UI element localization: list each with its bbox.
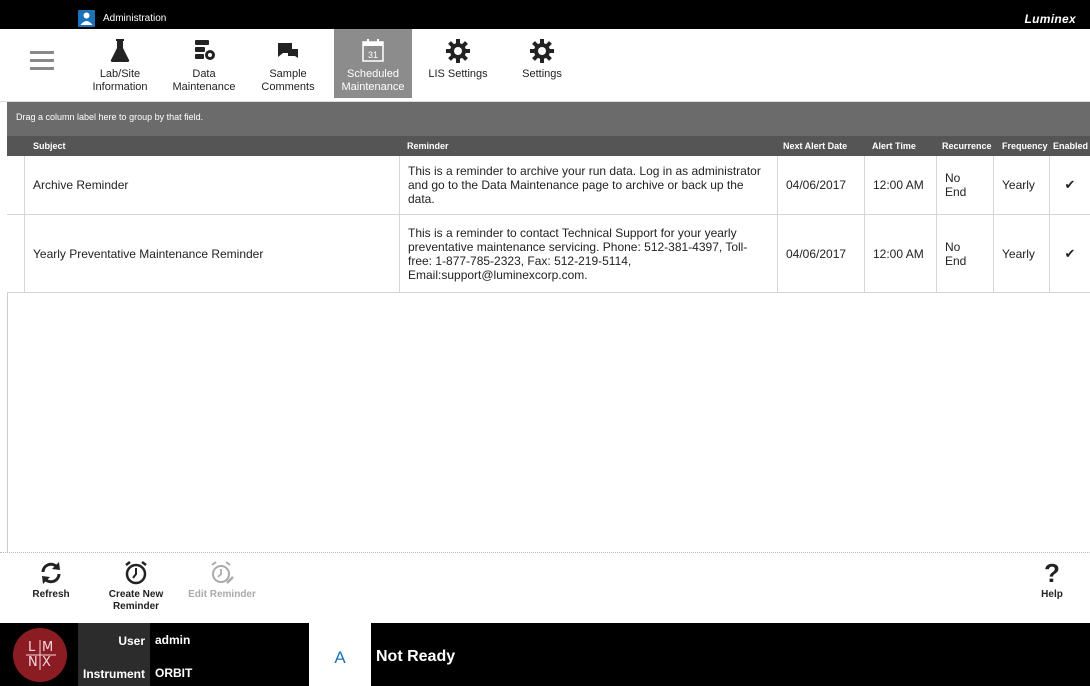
admin-user-icon [78, 10, 95, 27]
column-header-alert-time[interactable]: Alert Time [872, 141, 916, 151]
comments-icon [274, 37, 302, 65]
tab-label: Scheduled Maintenance [341, 68, 405, 93]
cell-alert-time: 12:00 AM [865, 156, 937, 214]
calendar-icon: 31 [359, 37, 387, 65]
row-selector[interactable] [7, 156, 25, 214]
column-header-next-alert-date[interactable]: Next Alert Date [783, 141, 847, 151]
gear-icon [444, 37, 472, 65]
cell-recurrence: No End [937, 156, 994, 214]
cell-frequency: Yearly [994, 215, 1050, 292]
tab-label: LIS Settings [428, 68, 488, 80]
cell-enabled[interactable]: ✔ [1050, 156, 1090, 214]
instrument-value: ORBIT [155, 666, 193, 680]
data-maintenance-icon [190, 37, 218, 65]
cell-alert-time: 12:00 AM [865, 215, 937, 292]
help-question-icon: ? [1044, 558, 1060, 588]
create-new-reminder-label: Create New Reminder [108, 589, 164, 612]
cell-next-alert-date: 04/06/2017 [778, 156, 865, 214]
refresh-label: Refresh [32, 589, 70, 600]
edit-reminder-label: Edit Reminder [188, 589, 256, 600]
cell-enabled[interactable]: ✔ [1050, 215, 1090, 292]
state-letter: A [334, 648, 346, 667]
refresh-button[interactable]: Refresh [22, 553, 80, 624]
column-header-reminder[interactable]: Reminder [407, 141, 449, 151]
table-row[interactable]: Archive Reminder This is a reminder to a… [7, 156, 1090, 215]
column-header-enabled[interactable]: Enabled [1053, 141, 1088, 151]
row-selector[interactable] [7, 215, 25, 292]
svg-text:31: 31 [368, 50, 378, 60]
user-label: User [118, 634, 145, 648]
create-new-reminder-button[interactable]: Create New Reminder [98, 553, 174, 624]
help-label: Help [1041, 589, 1063, 600]
group-by-hint: Drag a column label here to group by tha… [16, 112, 204, 122]
cell-frequency: Yearly [994, 156, 1050, 214]
tab-settings[interactable]: Settings [504, 29, 580, 98]
column-header-subject[interactable]: Subject [33, 141, 66, 151]
edit-reminder-button[interactable]: Edit Reminder [182, 553, 262, 624]
gear-icon [528, 37, 556, 65]
tab-data-maintenance[interactable]: Data Maintenance [166, 29, 242, 98]
grid-header: Subject Reminder Next Alert Date Alert T… [7, 136, 1090, 156]
checkmark-icon: ✔ [1064, 177, 1076, 192]
tab-label: Lab/Site Information [92, 68, 148, 93]
tab-label: Data Maintenance [172, 68, 236, 93]
column-header-recurrence[interactable]: Recurrence [942, 141, 992, 151]
column-header-frequency[interactable]: Frequency [1002, 141, 1048, 151]
user-value: admin [155, 633, 191, 647]
table-row[interactable]: Yearly Preventative Maintenance Reminder… [7, 215, 1090, 293]
bottom-toolbar: Refresh Create New Reminder Edit Reminde… [0, 552, 1090, 623]
cell-next-alert-date: 04/06/2017 [778, 215, 865, 292]
tab-label: Sample Comments [261, 68, 315, 93]
edit-alarm-clock-icon [209, 559, 235, 587]
instrument-label: Instrument [82, 667, 145, 681]
title-bar: Administration Luminex [0, 0, 1090, 29]
cell-reminder: This is a reminder to contact Technical … [400, 215, 778, 292]
ribbon: Lab/Site Information Data Maintenance Sa… [0, 29, 1090, 102]
tab-sample-comments[interactable]: Sample Comments [250, 29, 326, 98]
tab-lab-site-information[interactable]: Lab/Site Information [82, 29, 158, 98]
alarm-clock-icon [123, 559, 149, 587]
cell-subject: Archive Reminder [25, 156, 400, 214]
instrument-state-indicator: A [309, 623, 371, 686]
checkmark-icon: ✔ [1064, 245, 1076, 261]
lmnx-logo: L M N X [13, 628, 67, 682]
refresh-icon [38, 559, 64, 587]
cell-recurrence: No End [937, 215, 994, 292]
app-title: Administration [103, 13, 167, 24]
tab-lis-settings[interactable]: LIS Settings [420, 29, 496, 98]
user-instrument-panel: User Instrument [78, 623, 150, 686]
status-bar: L M N X User Instrument admin ORBIT A No… [0, 623, 1090, 686]
cell-subject: Yearly Preventative Maintenance Reminder [25, 215, 400, 292]
hamburger-menu-icon[interactable] [30, 51, 54, 71]
instrument-status-text: Not Ready [376, 648, 456, 665]
group-by-panel[interactable]: Drag a column label here to group by tha… [7, 102, 1090, 136]
brand-logo: Luminex [1024, 12, 1076, 26]
tab-label: Settings [522, 68, 562, 80]
cell-reminder: This is a reminder to archive your run d… [400, 156, 778, 214]
flask-icon [106, 37, 134, 65]
help-button[interactable]: ? Help [1030, 553, 1074, 624]
tab-scheduled-maintenance[interactable]: 31 Scheduled Maintenance [334, 29, 412, 98]
